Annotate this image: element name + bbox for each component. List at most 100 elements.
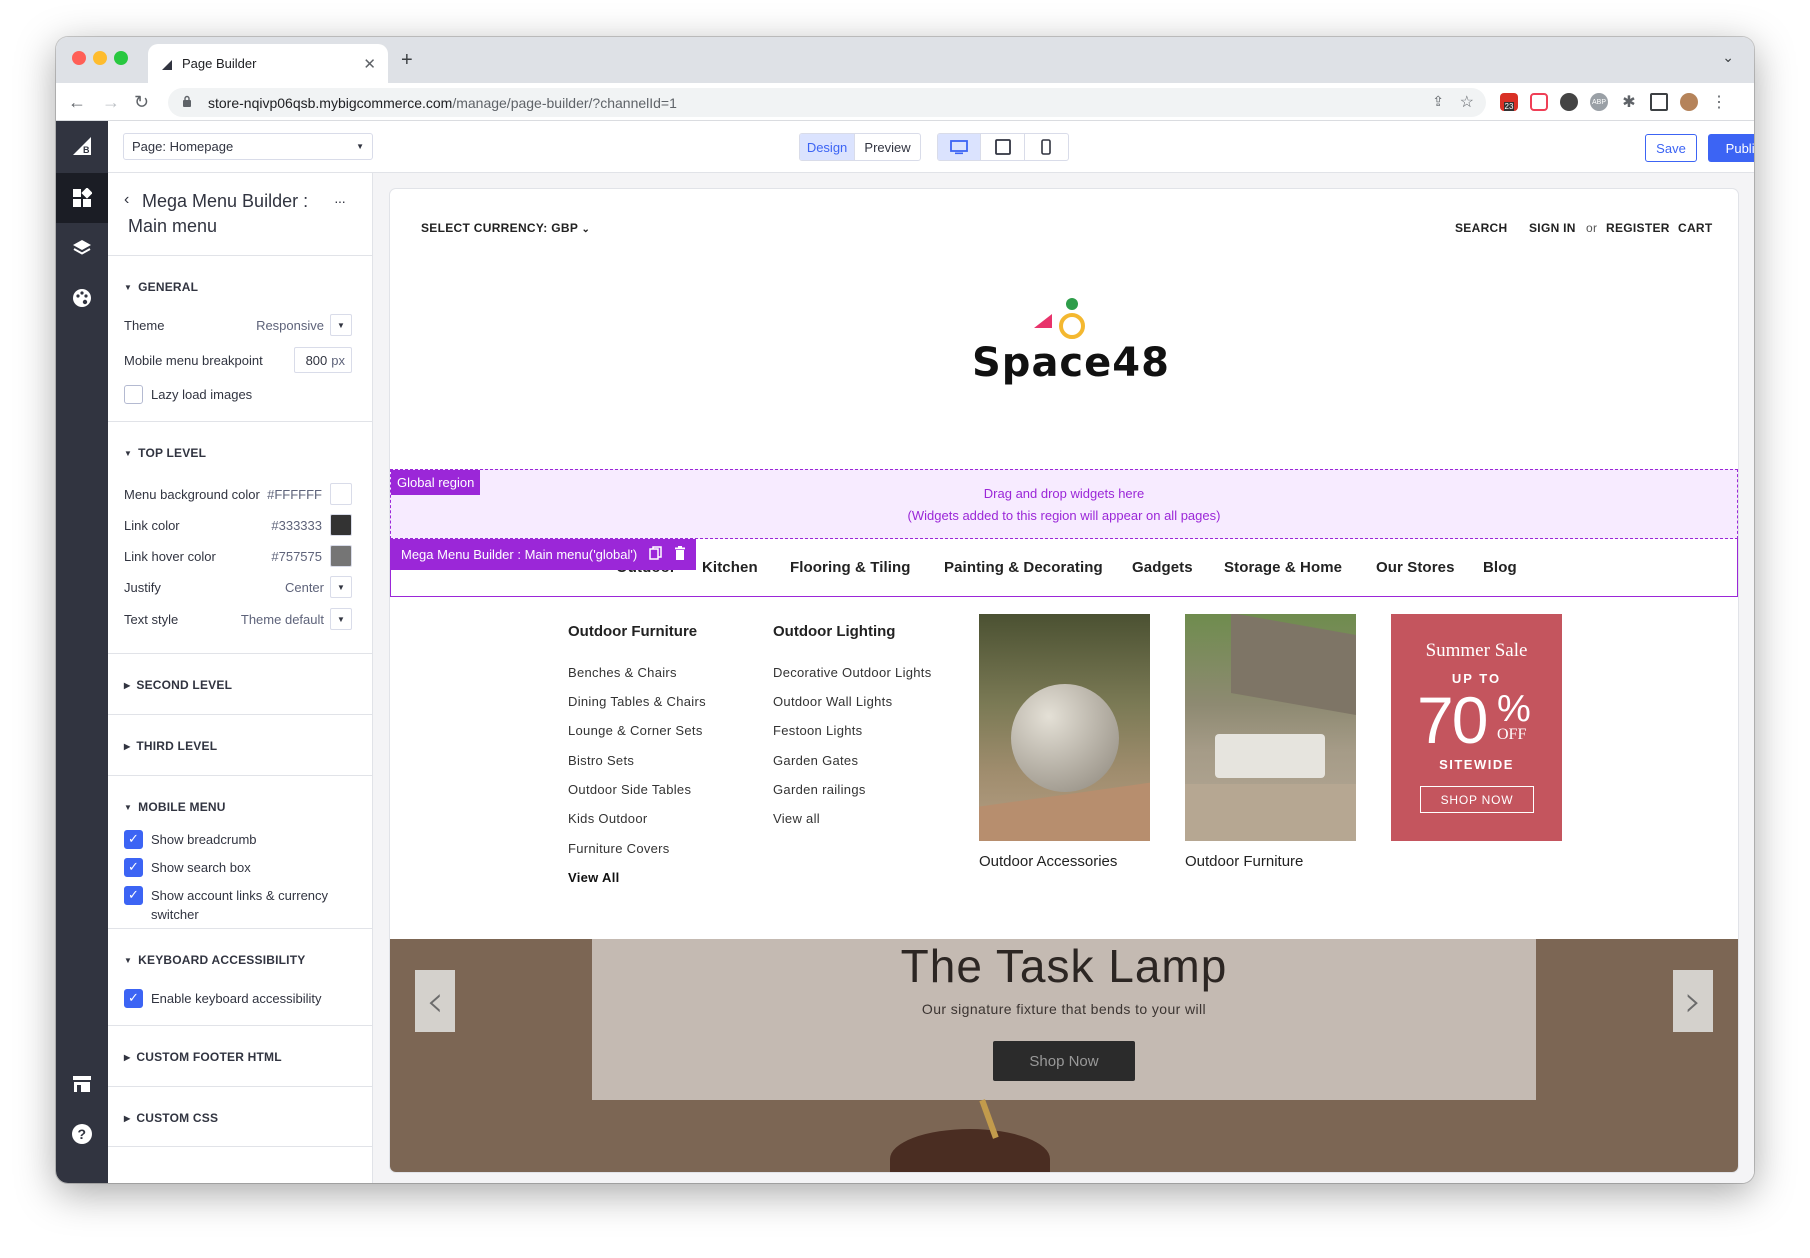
nav-flooring[interactable]: Flooring & Tiling (790, 559, 911, 576)
forward-icon[interactable]: → (102, 92, 120, 112)
side-panel-icon[interactable] (1650, 93, 1668, 111)
submenu-link[interactable]: Decorative Outdoor Lights (773, 665, 932, 680)
close-window-button[interactable] (72, 51, 86, 65)
design-mode-button[interactable]: Design (800, 134, 856, 160)
mobile-view-icon[interactable] (1025, 134, 1068, 160)
save-button[interactable]: Save (1645, 134, 1697, 162)
calendar-extension-icon[interactable]: 23 (1500, 93, 1518, 111)
profile-avatar[interactable] (1680, 93, 1698, 111)
menu-bg-color-swatch[interactable] (330, 483, 352, 505)
register-link[interactable]: REGISTER (1606, 221, 1670, 235)
minimize-window-button[interactable] (93, 51, 107, 65)
desktop-view-icon[interactable] (938, 134, 982, 160)
share-icon[interactable]: ⇪ (1432, 93, 1444, 110)
link-hover-color-swatch[interactable] (330, 545, 352, 567)
help-icon[interactable]: ? (56, 1109, 108, 1159)
delete-icon[interactable] (674, 546, 686, 563)
submenu-link[interactable]: Garden Gates (773, 753, 858, 768)
column-title-furniture[interactable]: Outdoor Furniture (568, 623, 697, 640)
bookmark-star-icon[interactable]: ☆ (1460, 92, 1474, 112)
more-options-icon[interactable]: ··· (334, 193, 346, 209)
submenu-link[interactable]: View all (773, 811, 820, 826)
carousel-prev-icon[interactable]: ‹ (415, 970, 455, 1032)
outdoor-furniture-image[interactable] (1185, 614, 1356, 841)
page-select[interactable]: Page: Homepage ▼ (123, 133, 373, 160)
cart-link[interactable]: CART (1678, 221, 1713, 235)
back-icon[interactable]: ← (68, 92, 86, 112)
custom-css-section: ▶ CUSTOM CSS (108, 1086, 372, 1147)
text-style-dropdown[interactable]: ▼ (330, 608, 352, 630)
tablet-view-icon[interactable] (981, 134, 1025, 160)
general-section-toggle[interactable]: ▼ GENERAL (124, 280, 198, 294)
keyboard-section-toggle[interactable]: ▼ KEYBOARD ACCESSIBILITY (124, 953, 305, 967)
outdoor-furniture-caption[interactable]: Outdoor Furniture (1185, 853, 1303, 870)
lazy-load-checkbox[interactable] (124, 384, 143, 404)
show-breadcrumb-checkbox[interactable]: ✓ (124, 829, 143, 849)
show-account-checkbox[interactable]: ✓ (124, 885, 143, 905)
currency-selector[interactable]: SELECT CURRENCY: GBP ⌄ (421, 221, 590, 235)
submenu-link[interactable]: Outdoor Side Tables (568, 782, 691, 797)
pocket-extension-icon[interactable] (1530, 93, 1548, 111)
publish-button[interactable]: Publish (1708, 134, 1754, 162)
preview-mode-button[interactable]: Preview (855, 134, 920, 160)
second-level-section-toggle[interactable]: ▶ SECOND LEVEL (124, 678, 232, 692)
submenu-link[interactable]: Dining Tables & Chairs (568, 694, 706, 709)
breakpoint-input[interactable]: 800 px (294, 347, 352, 373)
enable-keyboard-checkbox[interactable]: ✓ (124, 988, 143, 1008)
back-icon[interactable]: ‹ (124, 191, 129, 209)
reload-icon[interactable]: ↻ (134, 92, 149, 112)
submenu-link[interactable]: Outdoor Wall Lights (773, 694, 892, 709)
submenu-link[interactable]: Garden railings (773, 782, 866, 797)
custom-footer-section-toggle[interactable]: ▶ CUSTOM FOOTER HTML (124, 1050, 282, 1064)
show-search-checkbox[interactable]: ✓ (124, 857, 143, 877)
submenu-link[interactable]: Festoon Lights (773, 723, 862, 738)
submenu-link[interactable]: Lounge & Corner Sets (568, 723, 703, 738)
layers-icon[interactable] (56, 223, 108, 273)
tab-search-icon[interactable]: ⌄ (1722, 49, 1734, 66)
custom-css-section-toggle[interactable]: ▶ CUSTOM CSS (124, 1111, 218, 1125)
link-color-swatch[interactable] (330, 514, 352, 536)
extensions-puzzle-icon[interactable]: ✱ (1620, 93, 1638, 111)
carousel-next-icon[interactable]: › (1673, 970, 1713, 1032)
column-title-lighting[interactable]: Outdoor Lighting (773, 623, 895, 640)
mobile-menu-section-toggle[interactable]: ▼ MOBILE MENU (124, 800, 226, 814)
third-level-section-toggle[interactable]: ▶ THIRD LEVEL (124, 739, 217, 753)
store-logo[interactable]: Space48 (960, 294, 1170, 394)
duplicate-icon[interactable] (649, 546, 662, 563)
maximize-window-button[interactable] (114, 51, 128, 65)
nav-painting[interactable]: Painting & Decorating (944, 559, 1103, 576)
top-level-section-toggle[interactable]: ▼ TOP LEVEL (124, 446, 206, 460)
summer-sale-promo[interactable]: Summer Sale UP TO 70 % OFF SITEWIDE SHOP… (1391, 614, 1562, 841)
close-tab-icon[interactable]: ✕ (363, 55, 376, 73)
theme-palette-icon[interactable] (56, 273, 108, 323)
bigcommerce-logo-icon[interactable]: B (56, 121, 108, 171)
view-all-link[interactable]: View All (568, 870, 620, 885)
sign-in-link[interactable]: SIGN IN (1529, 221, 1576, 235)
browser-tab[interactable]: Page Builder ✕ (148, 44, 388, 83)
nav-kitchen[interactable]: Kitchen (702, 559, 758, 576)
browser-window: Page Builder ✕ + ⌄ ← → ↻ store-nqivp06qs… (56, 37, 1754, 1183)
url-field[interactable]: store-nqivp06qsb.mybigcommerce.com/manag… (168, 88, 1486, 117)
nav-blog[interactable]: Blog (1483, 559, 1517, 576)
browser-menu-icon[interactable]: ⋮ (1710, 93, 1728, 111)
submenu-link[interactable]: Benches & Chairs (568, 665, 677, 680)
search-link[interactable]: SEARCH (1455, 221, 1507, 235)
submenu-link[interactable]: Bistro Sets (568, 753, 634, 768)
outdoor-accessories-image[interactable] (979, 614, 1150, 841)
outdoor-accessories-caption[interactable]: Outdoor Accessories (979, 853, 1117, 870)
nav-our-stores[interactable]: Our Stores (1376, 559, 1455, 576)
submenu-link[interactable]: Furniture Covers (568, 841, 670, 856)
promo-shop-now-button[interactable]: SHOP NOW (1420, 786, 1534, 813)
nav-storage[interactable]: Storage & Home (1224, 559, 1342, 576)
submenu-link[interactable]: Kids Outdoor (568, 811, 647, 826)
theme-dropdown[interactable]: ▼ (330, 314, 352, 336)
privacy-extension-icon[interactable] (1560, 93, 1578, 111)
hero-shop-now-button[interactable]: Shop Now (993, 1041, 1135, 1081)
adblock-extension-icon[interactable]: ABP (1590, 93, 1608, 111)
new-tab-icon[interactable]: + (401, 49, 413, 72)
global-region-dropzone[interactable]: Global region Drag and drop widgets here… (390, 469, 1738, 539)
justify-dropdown[interactable]: ▼ (330, 576, 352, 598)
storefront-icon[interactable] (56, 1059, 108, 1109)
nav-gadgets[interactable]: Gadgets (1132, 559, 1193, 576)
widgets-icon[interactable] (56, 173, 108, 223)
